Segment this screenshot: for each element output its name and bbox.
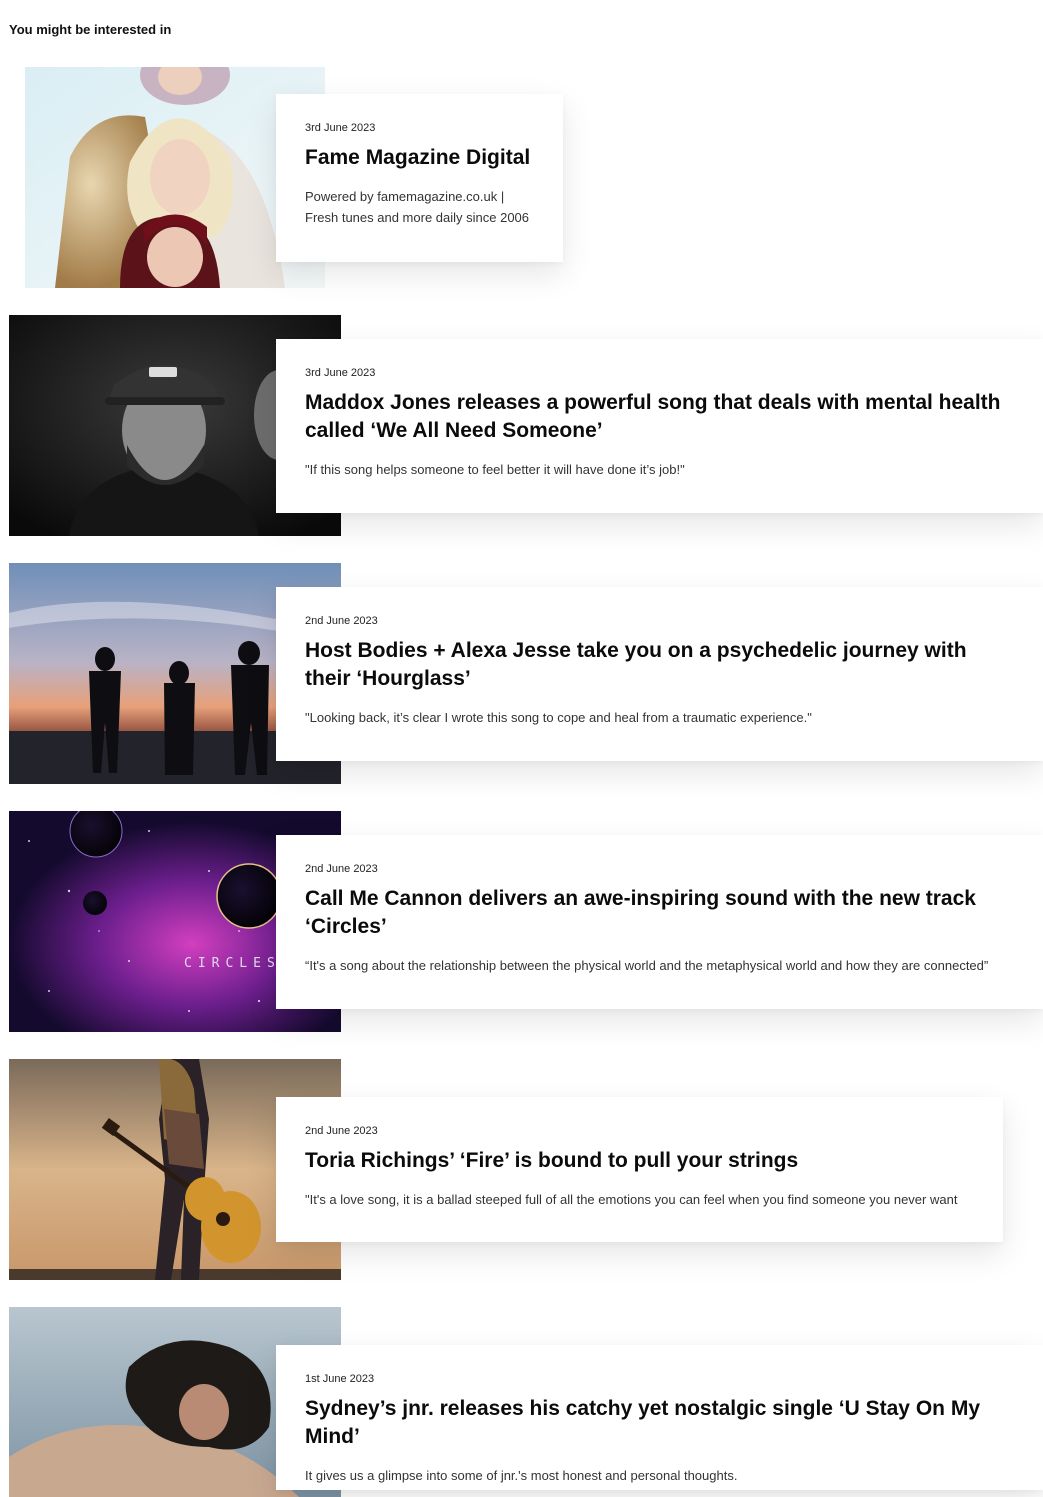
article-excerpt: "It's a love song, it is a ballad steepe…: [305, 1192, 958, 1207]
article-title-link[interactable]: Maddox Jones releases a powerful song th…: [305, 389, 1014, 445]
article-date: 3rd June 2023: [305, 122, 376, 134]
article-card: 2nd June 2023 Call Me Cannon delivers an…: [276, 835, 1043, 1009]
article-date: 1st June 2023: [305, 1373, 375, 1385]
article-excerpt: "If this song helps someone to feel bett…: [305, 462, 685, 477]
article-excerpt: "Looking back, it’s clear I wrote this s…: [305, 710, 812, 725]
article-title-link[interactable]: Fame Magazine Digital: [305, 144, 534, 172]
excerpt-line: Fresh tunes and more daily since 2006: [305, 210, 530, 225]
article-title-link[interactable]: Call Me Cannon delivers an awe-inspiring…: [305, 885, 1014, 941]
article-card: 1st June 2023 Sydney’s jnr. releases his…: [276, 1345, 1043, 1490]
article-title-link[interactable]: Toria Richings’ ‘Fire’ is bound to pull …: [305, 1147, 974, 1175]
section-title: You might be interested in: [9, 22, 172, 37]
article-date: 2nd June 2023: [305, 863, 378, 875]
article-date: 2nd June 2023: [305, 615, 378, 627]
article-title-link[interactable]: Host Bodies + Alexa Jesse take you on a …: [305, 637, 1014, 693]
article-card: 3rd June 2023 Fame Magazine Digital Powe…: [276, 94, 563, 262]
article-title-link[interactable]: Sydney’s jnr. releases his catchy yet no…: [305, 1395, 1014, 1451]
artwork-text: CIRCLES: [184, 956, 281, 971]
article-excerpt: It gives us a glimpse into some of jnr.'…: [305, 1468, 738, 1483]
article-card: 2nd June 2023 Toria Richings’ ‘Fire’ is …: [276, 1097, 1003, 1242]
article-excerpt: Powered by famemagazine.co.uk | Fresh tun…: [305, 186, 534, 228]
article-date: 3rd June 2023: [305, 367, 376, 379]
article-card: 2nd June 2023 Host Bodies + Alexa Jesse …: [276, 587, 1043, 761]
article-date: 2nd June 2023: [305, 1125, 378, 1137]
article-excerpt: “It's a song about the relationship betw…: [305, 958, 989, 973]
article-card: 3rd June 2023 Maddox Jones releases a po…: [276, 339, 1043, 513]
excerpt-line: Powered by famemagazine.co.uk |: [305, 189, 505, 204]
